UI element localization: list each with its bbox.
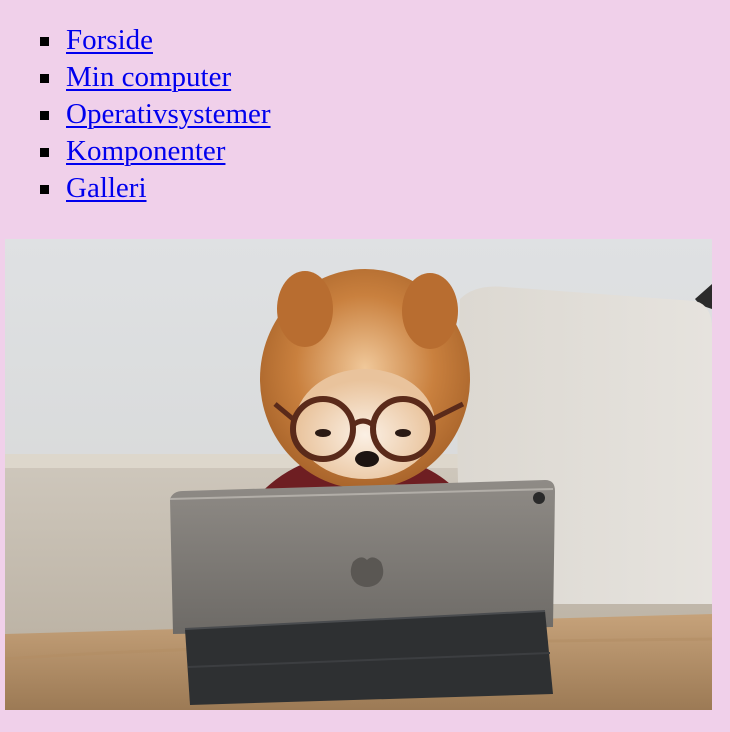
nav-item-komponenter: Komponenter (0, 133, 271, 170)
nav-item-min-computer: Min computer (0, 59, 271, 96)
nav-item-forside: Forside (0, 22, 271, 59)
square-bullet-icon (40, 37, 49, 46)
nav-item-galleri: Galleri (0, 170, 271, 207)
main-nav: Forside Min computer Operativsystemer Ko… (0, 22, 271, 207)
nav-link-min-computer[interactable]: Min computer (66, 61, 231, 93)
square-bullet-icon (40, 74, 49, 83)
nav-item-operativsystemer: Operativsystemer (0, 96, 271, 133)
nav-link-komponenter[interactable]: Komponenter (66, 135, 225, 167)
square-bullet-icon (40, 148, 49, 157)
square-bullet-icon (40, 185, 49, 194)
square-bullet-icon (40, 111, 49, 120)
dog-with-glasses-tablet-photo (5, 239, 712, 710)
nav-link-operativsystemer[interactable]: Operativsystemer (66, 98, 271, 130)
nav-link-galleri[interactable]: Galleri (66, 172, 147, 204)
nav-link-forside[interactable]: Forside (66, 24, 153, 56)
